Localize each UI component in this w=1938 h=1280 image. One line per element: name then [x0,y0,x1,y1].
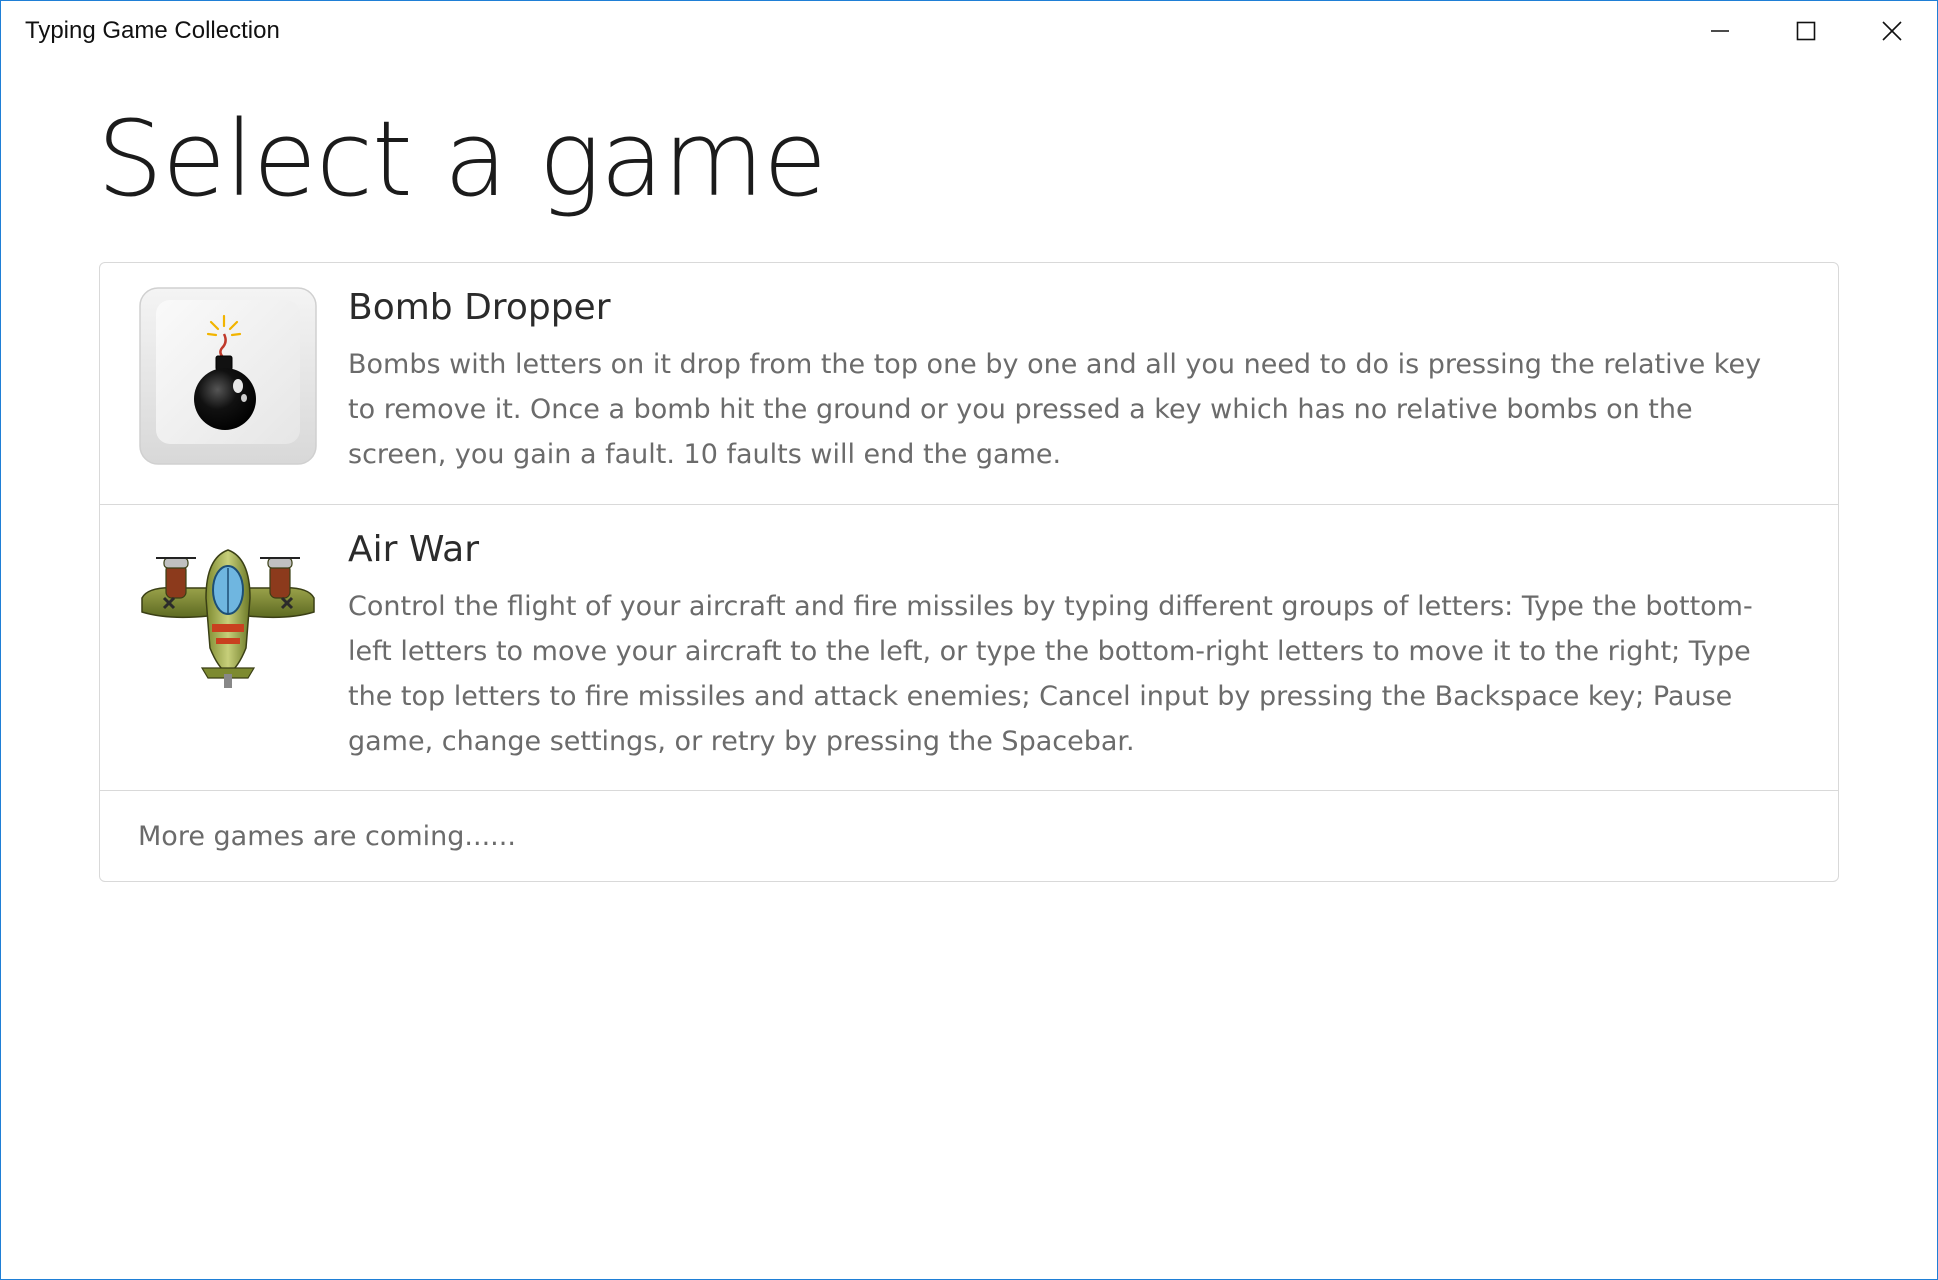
game-title: Bomb Dropper [348,287,611,328]
app-window: Typing Game Collection Select a game Bom… [0,0,1938,1280]
more-games-text: More games are coming...... [138,821,516,852]
game-text: Bomb Dropper Bombs with letters on it dr… [348,287,1790,477]
maximize-icon [1796,21,1816,41]
app-title: Typing Game Collection [25,17,280,44]
game-description: Bombs with letters on it drop from the t… [348,349,1762,470]
game-item-bomb-dropper[interactable]: Bomb Dropper Bombs with letters on it dr… [100,263,1838,505]
game-description: Control the flight of your aircraft and … [348,591,1753,757]
more-games-row: More games are coming...... [100,791,1838,881]
page-title: Select a game [97,98,827,220]
minimize-icon [1710,21,1730,41]
game-item-air-war[interactable]: Air War Control the flight of your aircr… [100,505,1838,791]
close-button[interactable] [1849,1,1935,61]
close-icon [1882,21,1902,41]
game-list: Bomb Dropper Bombs with letters on it dr… [99,262,1839,882]
minimize-button[interactable] [1677,1,1763,61]
game-title: Air War [348,529,480,570]
bomb-icon [138,286,318,466]
airplane-icon [138,528,318,708]
maximize-button[interactable] [1763,1,1849,61]
game-text: Air War Control the flight of your aircr… [348,529,1790,764]
title-bar[interactable]: Typing Game Collection [1,1,1937,61]
